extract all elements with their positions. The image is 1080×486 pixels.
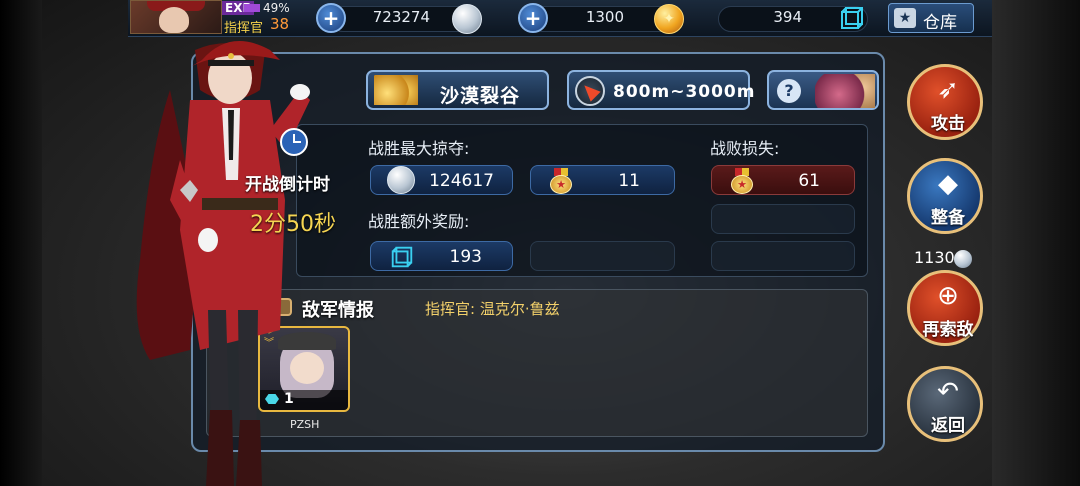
countdown-value: 2分50秒 — [250, 212, 336, 237]
mascot-image — [815, 74, 875, 108]
range-text: 800m~3000m — [613, 82, 756, 102]
back-button[interactable]: ↶ 返回 — [907, 366, 983, 442]
exp-percent: 49% — [263, 1, 290, 15]
max-loot-silver: 124617 — [370, 165, 513, 195]
gold-coin-icon: ✦ — [654, 4, 684, 34]
organize-label: 整备 — [931, 208, 965, 228]
question-icon: ? — [777, 79, 801, 103]
star-box-icon: ★ — [894, 8, 916, 28]
silver-coin-icon — [954, 250, 972, 268]
crosshair-icon: ⊕ — [937, 281, 959, 311]
location-name: 沙漠裂谷 — [440, 85, 521, 107]
warehouse-label: 仓库 — [923, 13, 957, 33]
extra-reward-crystal: 193 — [370, 241, 513, 271]
loss-medals: ★ 61 — [711, 165, 855, 195]
gold-amount: 1300 — [585, 8, 624, 26]
exp-progress-bar — [244, 4, 260, 12]
organize-button[interactable]: ◆ 整备 — [907, 158, 983, 234]
max-loot-label: 战胜最大掠夺: — [368, 139, 470, 158]
attack-label: 攻击 — [931, 114, 965, 134]
back-arrow-icon: ↶ — [937, 377, 959, 407]
research-label: 再索敌 — [922, 320, 974, 340]
silver-amount: 723274 — [372, 8, 430, 26]
location-button[interactable]: 沙漠裂谷 — [366, 70, 549, 110]
silver-coin-icon — [452, 4, 482, 34]
rocket-icon: ➶ — [937, 75, 959, 105]
medal-icon: ★ — [730, 168, 754, 194]
max-loot-medals: ★ 11 — [530, 165, 675, 195]
extra-reward-crystal-value: 193 — [449, 247, 482, 267]
screen-edge-right — [992, 0, 1080, 486]
loss-medals-value: 61 — [798, 171, 820, 191]
empty-slot — [711, 204, 855, 234]
add-gold-button[interactable]: + — [518, 3, 548, 33]
compass-icon — [575, 76, 605, 106]
crystal-amount: 394 — [773, 8, 802, 26]
countdown-label: 开战倒计时 — [245, 175, 330, 195]
research-enemy-button[interactable]: ⊕ 再索敌 — [907, 270, 983, 346]
max-loot-medals-value: 11 — [618, 171, 640, 191]
commander-character — [136, 41, 310, 486]
enemy-commander: 指挥官: 温克尔·鲁兹 — [425, 300, 560, 318]
silver-coin-icon — [387, 166, 415, 194]
back-label: 返回 — [931, 416, 965, 436]
attack-button[interactable]: ➶ 攻击 — [907, 64, 983, 140]
screen-edge-left — [0, 0, 42, 486]
add-silver-button[interactable]: + — [316, 3, 346, 33]
extra-reward-label: 战胜额外奖励: — [368, 212, 470, 231]
warehouse-button[interactable]: ★ 仓库 — [888, 3, 974, 33]
clock-icon — [280, 128, 308, 156]
help-button[interactable]: ? — [767, 70, 879, 110]
player-avatar[interactable] — [130, 0, 222, 34]
rank-insignia-icon: ◆ — [938, 169, 958, 199]
range-button[interactable]: 800m~3000m — [567, 70, 754, 110]
medal-icon: ★ — [549, 168, 573, 194]
gold-pile-icon — [374, 75, 418, 105]
empty-slot — [530, 241, 675, 271]
crystal-icon — [841, 7, 863, 29]
loss-label: 战败损失: — [710, 139, 780, 158]
max-loot-silver-value: 124617 — [429, 171, 494, 191]
search-cost: 1130 — [914, 248, 955, 267]
crystal-icon — [391, 246, 413, 268]
empty-slot — [711, 241, 855, 271]
